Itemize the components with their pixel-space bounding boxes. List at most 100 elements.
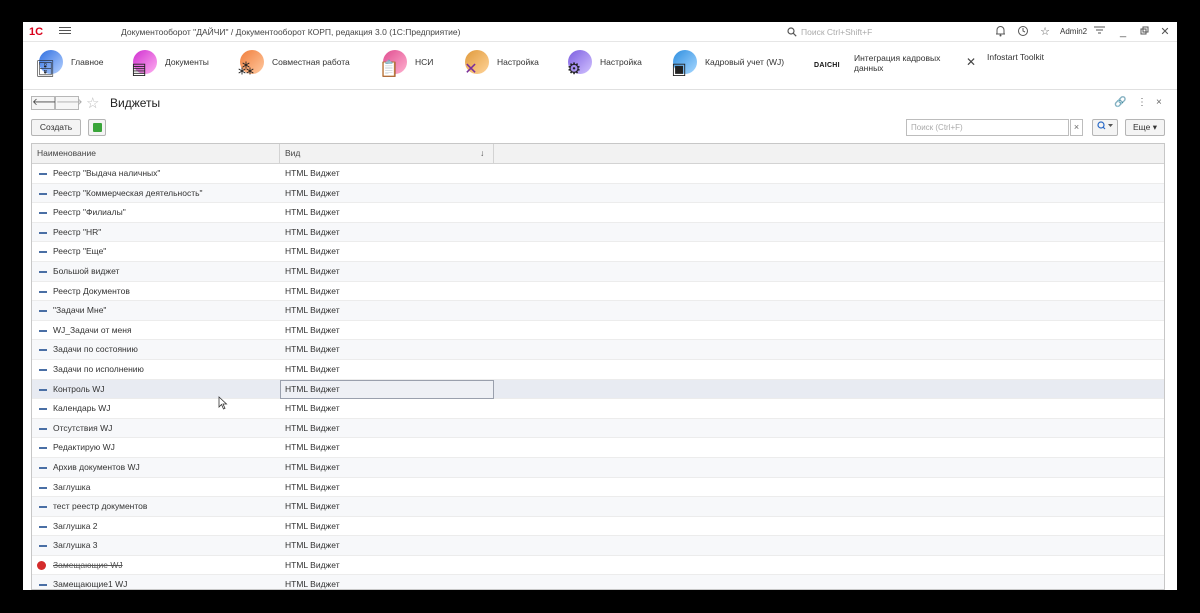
table-row[interactable]: WJ_Задачи от меня HTML Виджет [32,321,1164,341]
cell-name: Замещающие WJ [53,559,123,570]
bell-icon[interactable] [993,25,1007,39]
sections-panel: 🗄 Главное ▤ Документы ⁂ Совместная работ… [23,42,1177,90]
documents-icon: ▤ [125,48,161,84]
forward-button[interactable]: 🡒 [55,96,83,110]
more-vertical-icon[interactable]: ⋮ [1137,97,1147,108]
cell-kind: HTML Виджет [285,226,340,237]
history-icon[interactable] [1016,25,1030,39]
cell-name: WJ_Задачи от меня [53,324,132,335]
table-row[interactable]: Заглушка 3 HTML Виджет [32,536,1164,556]
cell-name: Заглушка 2 [53,520,98,531]
more-button[interactable]: Еще ▾ [1125,119,1165,136]
cell-kind: HTML Виджет [285,540,340,551]
link-icon[interactable]: 🔗 [1114,97,1126,108]
cell-kind: HTML Виджет [285,324,340,335]
cell-name: Календарь WJ [53,403,111,414]
table-row[interactable]: Контроль WJ HTML Виджет [32,379,1164,400]
cell-kind: HTML Виджет [285,363,340,374]
personnel-icon: ▣ [665,48,701,84]
mouse-pointer-icon [218,396,228,410]
cell-name: Реестр "Еще" [53,246,107,257]
section-nsi[interactable]: 📋 НСИ [375,48,433,84]
cell-name: Задачи по исполнению [53,363,144,374]
chevron-down-icon: ▾ [1152,122,1157,132]
cell-kind: HTML Виджет [285,344,340,355]
section-hr-integration[interactable]: DAICHI Интеграция кадровых данных [812,48,954,84]
section-settings-gear[interactable]: ⚙ Настройка [560,48,642,84]
form-close-icon[interactable]: × [1156,97,1162,108]
cell-kind: HTML Виджет [285,579,340,590]
table-row[interactable]: Реестр "Еще" HTML Виджет [32,242,1164,262]
table-row[interactable]: Отсутствия WJ HTML Виджет [32,418,1164,439]
search-icon [1097,121,1113,130]
cell-name: Редактирую WJ [53,442,115,453]
form-header: 🡐 🡒 ☆ Виджеты 🔗 ⋮ × [23,91,1177,117]
1c-logo: 1С [29,26,44,38]
table-row[interactable]: Архив документов WJ HTML Виджет [32,457,1164,478]
section-settings-tools[interactable]: ✕ Настройка [457,48,539,84]
minimize-icon[interactable]: _ [1116,25,1130,39]
table-row[interactable]: Заглушка 2 HTML Виджет [32,517,1164,537]
cell-kind: HTML Виджет [280,379,494,399]
settings-menu-icon[interactable] [1092,25,1106,39]
cell-kind: HTML Виджет [285,481,340,492]
maximize-icon[interactable] [1137,25,1151,39]
table-row[interactable]: тест реестр документов HTML Виджет [32,497,1164,517]
cell-kind: HTML Виджет [285,207,340,218]
table-row[interactable]: Реестр "Филиалы" HTML Виджет [32,203,1164,223]
table-row[interactable]: Календарь WJ HTML Виджет [32,399,1164,419]
list-search-input[interactable]: Поиск (Ctrl+F) [906,119,1069,136]
cell-name: Заглушка [53,481,91,492]
favorites-star-icon[interactable]: ☆ [1038,25,1052,39]
table-row[interactable]: Реестр Документов HTML Виджет [32,282,1164,302]
cell-kind: HTML Виджет [285,403,340,414]
table-row[interactable]: Замещающие WJ HTML Виджет [32,556,1164,576]
team-icon: ⁂ [232,48,268,84]
green-record-icon[interactable] [88,119,106,136]
table-row[interactable]: Реестр "HR" HTML Виджет [32,222,1164,243]
global-search-input[interactable]: Поиск Ctrl+Shift+F [787,25,937,39]
favorite-star-icon[interactable]: ☆ [86,94,99,112]
main-menu-icon[interactable] [59,25,71,37]
table-row[interactable]: Реестр "Выдача наличных" HTML Виджет [32,164,1164,184]
cell-kind: HTML Виджет [285,501,340,512]
back-button[interactable]: 🡐 [31,96,59,110]
cell-name: тест реестр документов [53,501,148,512]
section-collaboration[interactable]: ⁂ Совместная работа [232,48,350,84]
create-button[interactable]: Создать [31,119,81,136]
table-row[interactable]: "Задачи Мне" HTML Виджет [32,301,1164,321]
table-row[interactable]: Задачи по исполнению HTML Виджет [32,360,1164,380]
cell-kind: HTML Виджет [285,246,340,257]
tools-icon: ✕ [457,48,493,84]
cell-name: "Задачи Мне" [53,305,107,316]
section-main[interactable]: 🗄 Главное [31,48,103,84]
table-row[interactable]: Замещающие1 WJ HTML Виджет [32,575,1164,590]
table-row[interactable]: Редактирую WJ HTML Виджет [32,438,1164,458]
search-icon [787,27,797,37]
widgets-table[interactable]: Наименование Вид ↓ Реестр "Выдача наличн… [31,143,1165,590]
cell-kind: HTML Виджет [285,305,340,316]
user-name[interactable]: Admin2 [1060,27,1087,36]
cell-kind: HTML Виджет [285,187,340,198]
section-personnel[interactable]: ▣ Кадровый учет (WJ) [665,48,784,84]
cell-name: Задачи по состоянию [53,344,138,355]
section-documents[interactable]: ▤ Документы [125,48,209,84]
reference-book-icon: 📋 [375,48,411,84]
window-title: Документооборот "ДАЙЧИ" / Документооборо… [121,27,461,37]
cell-kind: HTML Виджет [285,422,340,433]
column-header-name[interactable]: Наименование [32,144,280,164]
search-clear-button[interactable]: × [1070,119,1083,136]
cell-name: Реестр "Филиалы" [53,207,126,218]
table-row[interactable]: Реестр "Коммерческая деятельность" HTML В… [32,183,1164,204]
table-row[interactable]: Большой виджет HTML Виджет [32,261,1164,282]
section-infostart-toolkit[interactable]: ✕ Infostart Toolkit [961,48,1044,84]
close-icon[interactable]: ✕ [1158,25,1172,39]
search-options-button[interactable] [1092,119,1118,136]
table-row[interactable]: Заглушка HTML Виджет [32,478,1164,498]
cell-name: Реестр "HR" [53,226,102,237]
cell-kind: HTML Виджет [285,442,340,453]
sort-arrow-icon: ↓ [480,148,485,158]
cell-kind: HTML Виджет [285,285,340,296]
table-row[interactable]: Задачи по состоянию HTML Виджет [32,340,1164,360]
column-header-kind[interactable]: Вид ↓ [280,144,494,164]
